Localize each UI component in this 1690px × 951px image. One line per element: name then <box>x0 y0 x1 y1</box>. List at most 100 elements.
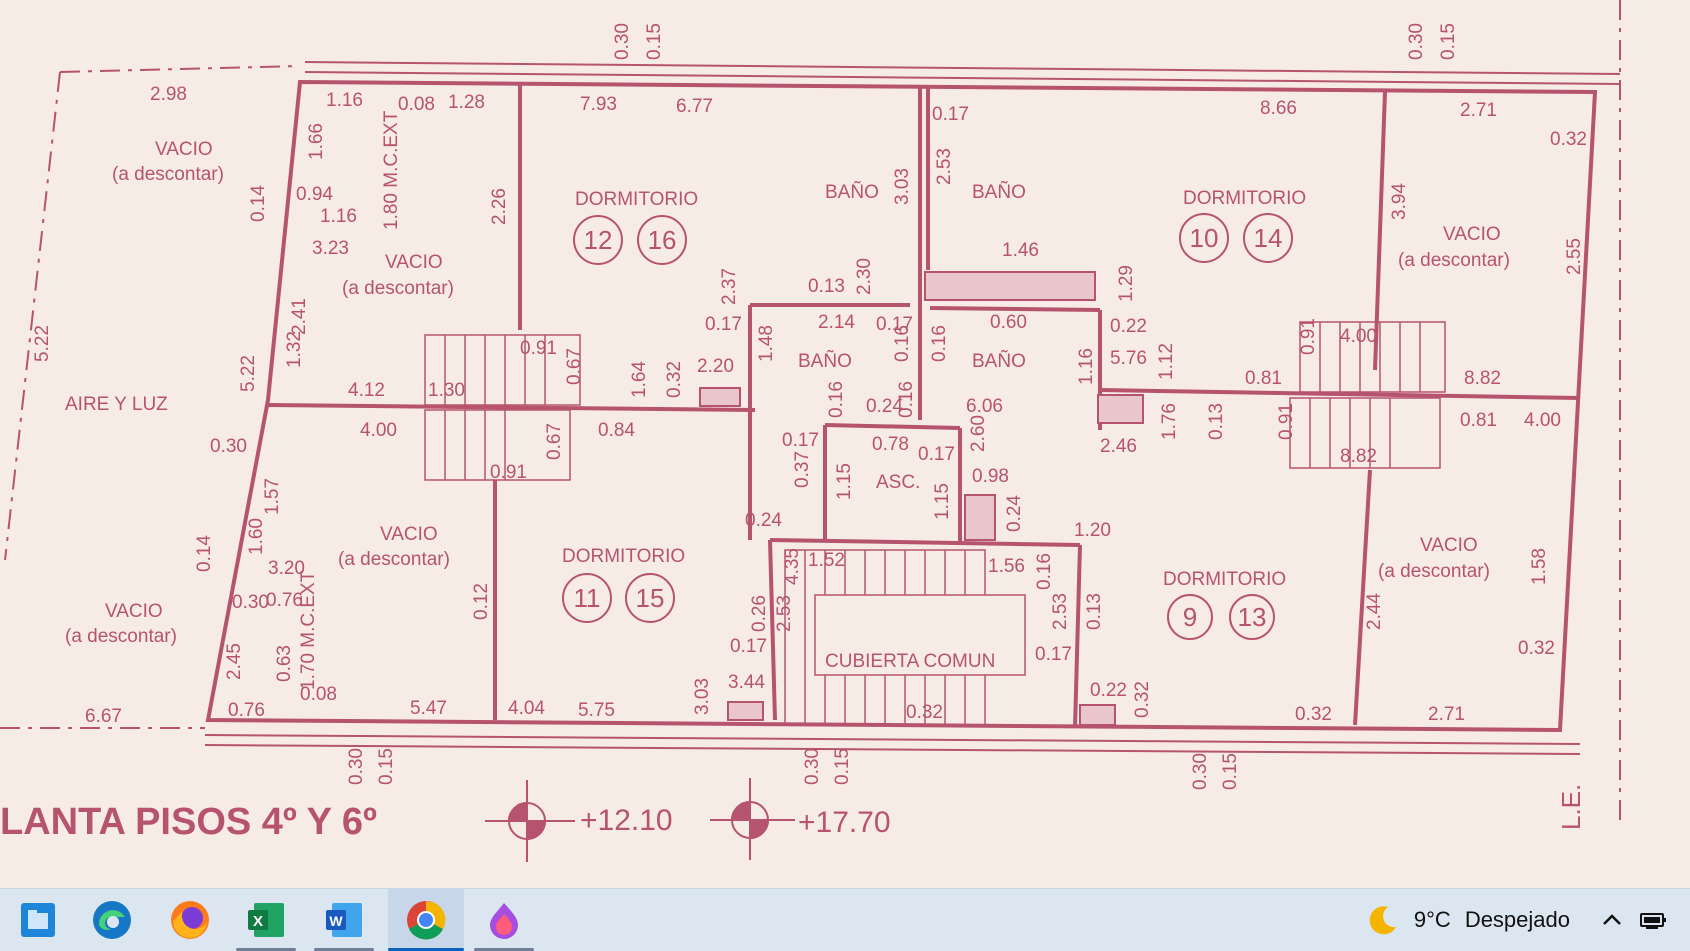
dimension: 3.94 <box>1389 183 1410 220</box>
dimension: 6.06 <box>966 396 1003 417</box>
dimension: 0.13 <box>808 276 845 297</box>
dimension: 0.16 <box>826 381 847 418</box>
room-label: BAÑO <box>825 181 879 203</box>
dimension: 0.14 <box>194 535 215 572</box>
room-label: (a descontar) <box>1398 250 1510 271</box>
word-button[interactable]: W <box>306 889 382 951</box>
dimension: 0.30 <box>210 436 247 457</box>
dimension: 0.17 <box>782 430 819 451</box>
dimension: 2.53 <box>934 148 955 185</box>
dimension: 1.60 <box>246 518 267 555</box>
dimension: 1.52 <box>808 550 845 571</box>
dimension: 0.08 <box>398 94 435 115</box>
dimension: 0.26 <box>749 595 770 632</box>
dimension: 1.57 <box>262 478 283 515</box>
taskbar: X W 9°C Despejado <box>0 888 1690 951</box>
dimension: 0.94 <box>296 184 333 205</box>
dimension: 1.16 <box>326 90 363 111</box>
dimension: 2.44 <box>1364 593 1385 630</box>
room-label: (a descontar) <box>112 164 224 185</box>
dimension: 0.76 <box>228 700 265 721</box>
weather-condition[interactable]: Despejado <box>1465 907 1570 933</box>
room-label: VACIO <box>155 139 213 160</box>
dimension: 0.16 <box>929 325 950 362</box>
chrome-button[interactable] <box>388 889 464 951</box>
dimension: 0.13 <box>1084 593 1105 630</box>
dimension: 6.77 <box>676 96 713 117</box>
excel-button[interactable]: X <box>228 889 304 951</box>
weather-temperature[interactable]: 9°C <box>1414 907 1451 933</box>
dimension: 4.00 <box>1524 410 1561 431</box>
dimension: 3.03 <box>892 168 913 205</box>
dimension: 3.03 <box>692 678 713 715</box>
room-label: VACIO <box>1420 535 1478 556</box>
dimension: 2.98 <box>150 84 187 105</box>
dimension: 4.00 <box>360 420 397 441</box>
dimension: 8.82 <box>1464 368 1501 389</box>
room-label: BAÑO <box>972 181 1026 203</box>
network-icon[interactable] <box>1638 908 1668 932</box>
dimension: 0.84 <box>598 420 635 441</box>
room-label: DORMITORIO <box>1163 569 1286 590</box>
dimension: 0.32 <box>1518 638 1555 659</box>
dimension: 7.93 <box>580 94 617 115</box>
plan-title: LANTA PISOS 4º Y 6º <box>0 801 377 843</box>
dimension: 0.15 <box>1220 753 1241 790</box>
document-viewer[interactable]: VACIO (a descontar) VACIO (a descontar) … <box>0 0 1690 888</box>
dimension: 8.66 <box>1260 98 1297 119</box>
dimension: 4.04 <box>508 698 545 719</box>
dimension: 3.23 <box>312 238 349 259</box>
dimension: 2.46 <box>1100 436 1137 457</box>
room-label: (a descontar) <box>342 278 454 299</box>
dimension: 2.26 <box>489 188 510 225</box>
dimension: 4.35 <box>782 548 803 585</box>
dimension: 3.20 <box>268 558 305 579</box>
line-label: L.E. <box>1556 784 1586 830</box>
dimension: 0.12 <box>471 583 492 620</box>
dimension: 0.32 <box>1550 129 1587 150</box>
moon-icon[interactable] <box>1366 903 1400 937</box>
dimension: 0.60 <box>990 312 1027 333</box>
unit-number: 9 <box>1183 602 1197 632</box>
dimension: 1.15 <box>932 483 953 520</box>
room-label: (a descontar) <box>1378 561 1490 582</box>
dimension: 1.48 <box>756 325 777 362</box>
dimension: 2.71 <box>1460 100 1497 121</box>
dimension: 0.76 <box>266 590 303 611</box>
file-explorer-button[interactable] <box>0 889 76 951</box>
dimension: 2.53 <box>1050 593 1071 630</box>
dimension: 1.32 <box>284 331 305 368</box>
dimension: 0.30 <box>1190 753 1211 790</box>
dimension: 0.17 <box>918 444 955 465</box>
system-tray: 9°C Despejado <box>1366 889 1690 951</box>
unit-number: 13 <box>1238 602 1267 632</box>
dimension: 0.63 <box>274 645 295 682</box>
room-label: VACIO <box>380 524 438 545</box>
dimension: 2.60 <box>968 415 989 452</box>
firefox-button[interactable] <box>152 889 228 951</box>
dimension: 0.17 <box>1035 644 1072 665</box>
unit-number: 14 <box>1254 223 1283 253</box>
room-label: (a descontar) <box>65 626 177 647</box>
excel-icon: X <box>248 903 284 937</box>
chevron-up-icon[interactable] <box>1600 908 1624 932</box>
dimension: 0.91 <box>490 462 527 483</box>
dimension: 1.76 <box>1159 403 1180 440</box>
dimension: 0.32 <box>906 702 943 723</box>
dimension: 0.22 <box>1090 680 1127 701</box>
room-label: CUBIERTA COMUN <box>825 651 995 672</box>
dimension: 0.13 <box>1206 403 1227 440</box>
dimension: 1.30 <box>428 380 465 401</box>
dimension: 1.64 <box>629 361 650 398</box>
app-button[interactable] <box>466 889 542 951</box>
dimension: 2.30 <box>854 258 875 295</box>
dimension: 0.78 <box>872 434 909 455</box>
edge-button[interactable] <box>74 889 150 951</box>
dimension: 0.15 <box>1438 23 1459 60</box>
dimension: 2.20 <box>697 356 734 377</box>
dimension: 2.45 <box>224 643 245 680</box>
flame-app-icon <box>490 903 518 939</box>
unit-number: 12 <box>584 225 613 255</box>
dimension: 0.17 <box>932 104 969 125</box>
dimension: 0.17 <box>730 636 767 657</box>
